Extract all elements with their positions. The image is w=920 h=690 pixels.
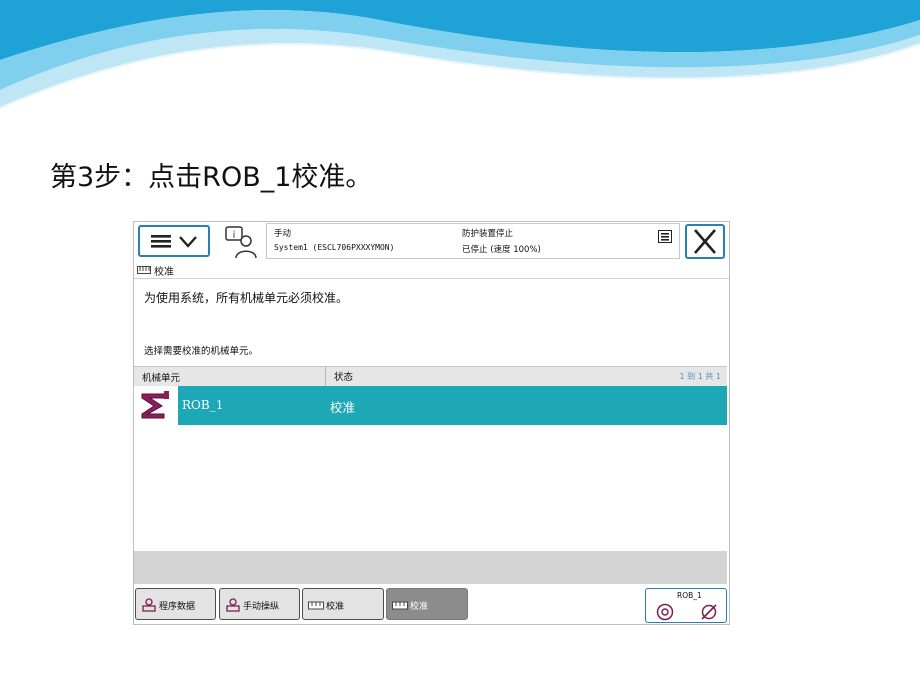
calibration-icon xyxy=(137,266,151,274)
close-button[interactable] xyxy=(685,224,725,259)
svg-text:i: i xyxy=(233,230,236,241)
close-icon xyxy=(694,229,716,254)
jogging-icon xyxy=(226,598,240,612)
task-calibration[interactable]: 校准 xyxy=(302,588,384,620)
column-header-unit[interactable]: 机械单元 xyxy=(142,370,180,384)
operator-info-icon[interactable]: i xyxy=(224,224,260,260)
table-header: 机械单元 状态 1 到 1 共 1 xyxy=(134,366,727,387)
task-label: 程序数据 xyxy=(159,602,196,612)
system-name: System1 (ESCL706PXXXYMON) xyxy=(274,243,395,252)
main-menu-button[interactable] xyxy=(138,225,210,257)
operation-mode: 手动 xyxy=(274,229,292,239)
table-row[interactable]: ROB_1 校准 xyxy=(134,386,727,425)
program-data-icon xyxy=(142,598,156,612)
calibration-icon xyxy=(392,601,408,610)
coordinate-system-icon xyxy=(701,604,717,620)
task-label: 校准 xyxy=(410,602,429,612)
taskbar: 程序数据 手动操纵 校准 校准 ROB_1 xyxy=(134,585,729,624)
breadcrumb-label: 校准 xyxy=(154,267,174,278)
calibration-message: 为使用系统，所有机械单元必须校准。 xyxy=(144,291,349,305)
unit-name-cell: ROB_1 xyxy=(182,398,224,412)
flexpendant-window: i 手动 System1 (ESCL706PXXXYMON) 防护装置停止 已停… xyxy=(133,221,730,625)
status-cell: 校准 xyxy=(330,400,356,415)
task-program-data[interactable]: 程序数据 xyxy=(135,588,216,620)
selected-row-highlight xyxy=(178,386,727,425)
step-title: 第3步：点击ROB_1校准。 xyxy=(50,162,373,193)
status-panel[interactable]: 手动 System1 (ESCL706PXXXYMON) 防护装置停止 已停止 … xyxy=(266,223,680,259)
task-calibration-active[interactable]: 校准 xyxy=(386,588,468,620)
speed-status-icon xyxy=(658,230,672,243)
robot-unit-icon xyxy=(656,603,674,621)
robot-label: ROB_1 xyxy=(677,591,702,600)
run-state: 已停止 (速度 100%) xyxy=(462,245,541,255)
hamburger-menu-icon xyxy=(151,235,197,248)
select-instruction: 选择需要校准的机械单元。 xyxy=(144,346,259,357)
column-divider xyxy=(325,367,326,386)
calibration-icon xyxy=(308,601,324,610)
task-label: 手动操纵 xyxy=(243,602,280,612)
command-bar xyxy=(134,551,727,584)
breadcrumb: 校准 xyxy=(134,262,729,279)
row-count: 1 到 1 共 1 xyxy=(679,372,721,381)
column-header-status[interactable]: 状态 xyxy=(334,369,353,383)
robot-arm-icon xyxy=(139,389,171,421)
task-label: 校准 xyxy=(326,602,345,612)
top-bar: i 手动 System1 (ESCL706PXXXYMON) 防护装置停止 已停… xyxy=(134,222,729,262)
task-jogging[interactable]: 手动操纵 xyxy=(219,588,300,620)
safety-state: 防护装置停止 xyxy=(462,229,514,239)
quickset-robot-button[interactable]: ROB_1 xyxy=(645,588,727,623)
